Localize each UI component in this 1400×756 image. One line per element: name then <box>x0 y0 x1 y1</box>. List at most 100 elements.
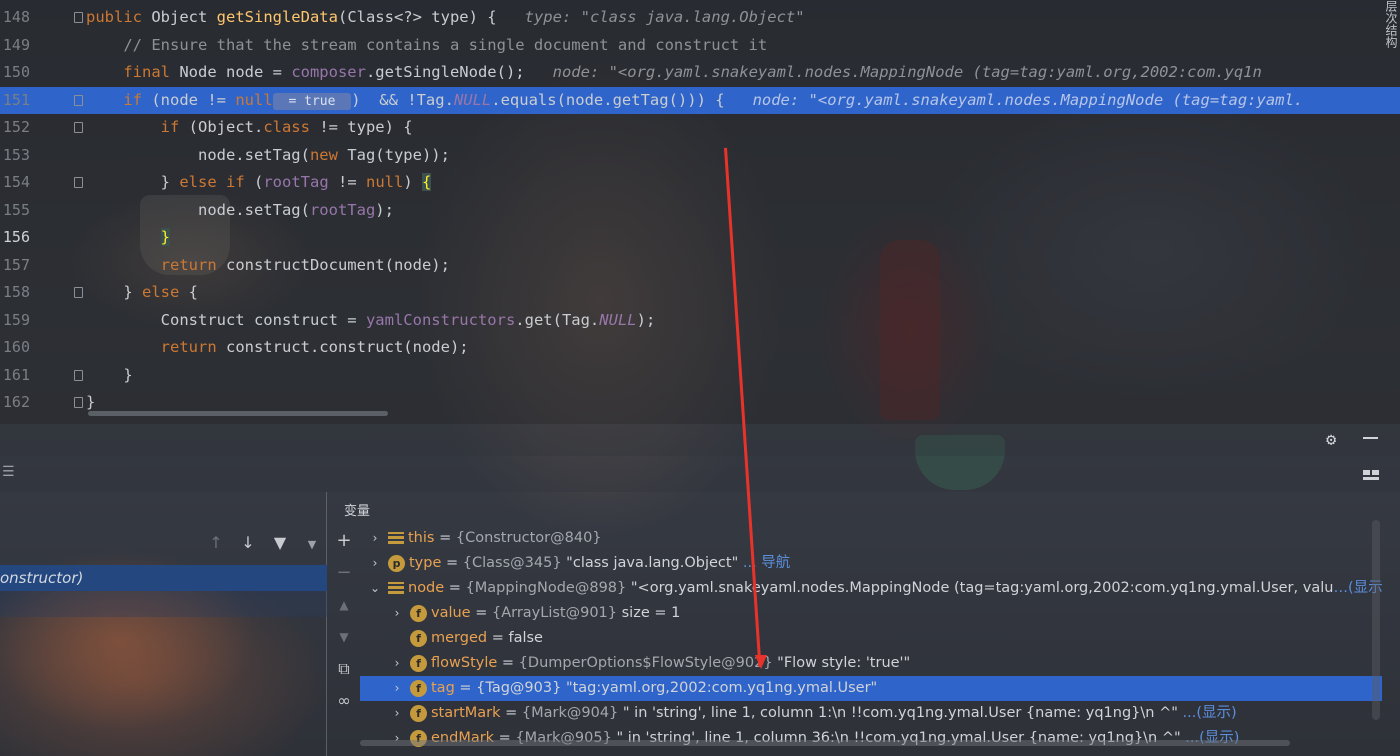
code-line[interactable]: } else { <box>86 279 1400 307</box>
line-number[interactable]: 149 <box>0 32 100 60</box>
code-line[interactable]: public Object getSingleData(Class<?> typ… <box>86 4 1400 32</box>
variable-row[interactable]: › this = {Constructor@840} <box>360 526 1382 551</box>
variable-row[interactable]: › f endMark = {Mark@905} " in 'string', li… <box>360 726 1382 751</box>
editor-horizontal-scrollbar[interactable] <box>88 411 388 416</box>
collapsed-chevron-icon[interactable]: › <box>368 551 382 576</box>
code-token: Tag(type)); <box>347 145 450 164</box>
code-token: composer <box>291 63 366 81</box>
line-number[interactable]: 157 <box>0 252 100 280</box>
collapsed-chevron-icon[interactable]: › <box>390 726 404 751</box>
line-number[interactable]: 162 <box>0 389 100 417</box>
filter-icon[interactable]: ▼ <box>264 533 296 552</box>
code-text: } else { <box>86 283 198 301</box>
dropdown-icon[interactable]: ▼ <box>296 538 328 551</box>
collapsed-chevron-icon[interactable]: › <box>390 676 404 701</box>
gear-icon[interactable]: ⚙ <box>1326 430 1344 450</box>
fold-marker-icon[interactable] <box>74 287 83 298</box>
variable-row[interactable]: f merged = false <box>360 626 1382 651</box>
code-line[interactable]: } else if (rootTag != null) { <box>86 169 1400 197</box>
code-token: .equals(node.getTag())) { <box>491 90 744 109</box>
line-number[interactable]: 151 <box>0 87 100 115</box>
code-text: } else if (rootTag != null) { <box>86 173 432 191</box>
arrow-down-icon[interactable]: ↓ <box>232 533 264 552</box>
hierarchy-side-tab[interactable]: 层次结构 <box>1384 0 1400 100</box>
code-line[interactable]: final Node node = composer.getSingleNode… <box>86 59 1400 87</box>
code-line[interactable]: // Ensure that the stream contains a sin… <box>86 32 1400 60</box>
code-token: constructDocument(node); <box>225 255 450 274</box>
code-text: public Object getSingleData(Class<?> typ… <box>86 8 805 26</box>
variable-link[interactable]: ...(显示) <box>1178 705 1237 721</box>
copy-icon[interactable]: ⧉ <box>330 653 358 685</box>
collapsed-chevron-icon[interactable]: › <box>390 651 404 676</box>
code-line[interactable]: if (Object.class != type) { <box>86 114 1400 142</box>
variable-equals: = <box>497 655 519 671</box>
code-line[interactable]: node.setTag(new Tag(type)); <box>86 142 1400 170</box>
move-up-icon[interactable]: ▲ <box>330 589 358 621</box>
line-number[interactable]: 154 <box>0 169 100 197</box>
variables-vertical-scrollbar[interactable] <box>1372 520 1380 720</box>
fold-marker-icon[interactable] <box>74 397 83 408</box>
line-number[interactable]: 152 <box>0 114 100 142</box>
code-line[interactable]: } <box>86 362 1400 390</box>
variable-row[interactable]: › f startMark = {Mark@904} " in 'string', … <box>360 701 1382 726</box>
variable-row[interactable]: › f value = {ArrayList@901} size = 1 <box>360 601 1382 626</box>
arrow-up-icon[interactable]: ↑ <box>200 533 232 552</box>
variable-name: flowStyle <box>431 655 498 671</box>
variables-horizontal-scrollbar[interactable] <box>360 740 1290 746</box>
code-line[interactable]: } <box>86 224 1400 252</box>
fold-marker-icon[interactable] <box>74 369 83 381</box>
variables-side-toolbar: + − ▲ ▼ ⧉ ∞ <box>330 525 358 717</box>
line-number[interactable]: 156 <box>0 224 100 252</box>
variable-link[interactable]: ... 导航 <box>738 555 790 571</box>
code-line[interactable]: return construct.construct(node); <box>86 334 1400 362</box>
collapsed-chevron-icon[interactable]: › <box>390 601 404 626</box>
variable-name: startMark <box>431 705 501 721</box>
code-token: class <box>263 118 320 136</box>
code-token: if <box>160 118 189 136</box>
collapsed-chevron-icon[interactable]: › <box>390 701 404 726</box>
variable-type: {Class@345} <box>462 555 562 571</box>
code-token: if <box>123 90 152 109</box>
move-down-icon[interactable]: ▼ <box>330 621 358 653</box>
code-line[interactable]: node.setTag(rootTag); <box>86 197 1400 225</box>
fold-marker-icon[interactable] <box>74 122 83 133</box>
expanded-chevron-icon[interactable]: ⌄ <box>368 576 382 601</box>
frames-list-icon[interactable]: ☰ <box>2 464 15 480</box>
line-number[interactable]: 160 <box>0 334 100 362</box>
variable-value: false <box>508 630 543 646</box>
collapsed-chevron-icon[interactable]: › <box>368 526 382 551</box>
line-number[interactable]: 153 <box>0 142 100 170</box>
frame-item[interactable] <box>0 591 327 617</box>
layout-settings-icon[interactable] <box>1363 468 1379 480</box>
remove-watch-icon[interactable]: − <box>330 557 358 589</box>
code-line-highlighted[interactable]: if (node != null = true ) && !Tag.NULL.e… <box>0 86 1400 114</box>
line-number[interactable]: 148 <box>0 4 100 32</box>
variable-row[interactable]: › f flowStyle = {DumperOptions$FlowStyle@9… <box>360 651 1382 676</box>
code-editor[interactable]: public Object getSingleData(Class<?> typ… <box>0 0 1400 424</box>
code-token: (Class<?> type) { <box>337 8 516 26</box>
line-number-text: 153 <box>2 145 30 164</box>
code-line[interactable]: Construct construct = yamlConstructors.g… <box>86 307 1400 335</box>
add-watch-icon[interactable]: + <box>330 525 358 557</box>
variable-name: node <box>408 580 445 596</box>
line-number[interactable]: 155 <box>0 197 100 225</box>
glasses-icon[interactable]: ∞ <box>330 685 358 717</box>
fold-marker-icon[interactable] <box>74 94 83 106</box>
line-number[interactable]: 158 <box>0 279 100 307</box>
line-number[interactable]: 161 <box>0 362 100 390</box>
variable-row-selected[interactable]: › f tag = {Tag@903} "tag:yaml.org,2002:com… <box>360 676 1382 701</box>
variable-row[interactable]: ⌄ node = {MappingNode@898} "<org.yaml.sna… <box>360 576 1382 601</box>
variable-value: "<org.yaml.snakeyaml.nodes.MappingNode (… <box>626 580 1334 596</box>
variable-row[interactable]: › p type = {Class@345} "class java.lang.Ob… <box>360 551 1382 576</box>
frame-item-selected[interactable]: onstructor) <box>0 565 327 591</box>
code-text: node.setTag(new Tag(type)); <box>86 146 450 164</box>
fold-marker-icon[interactable] <box>74 12 83 23</box>
line-number[interactable]: 159 <box>0 307 100 335</box>
code-line[interactable]: return constructDocument(node); <box>86 252 1400 280</box>
code-token: else if <box>179 173 254 191</box>
minimize-icon[interactable] <box>1363 437 1378 439</box>
line-number-text: 149 <box>2 35 30 54</box>
fold-marker-icon[interactable] <box>74 177 83 188</box>
line-number[interactable]: 150 <box>0 59 100 87</box>
field-icon: f <box>410 654 427 672</box>
